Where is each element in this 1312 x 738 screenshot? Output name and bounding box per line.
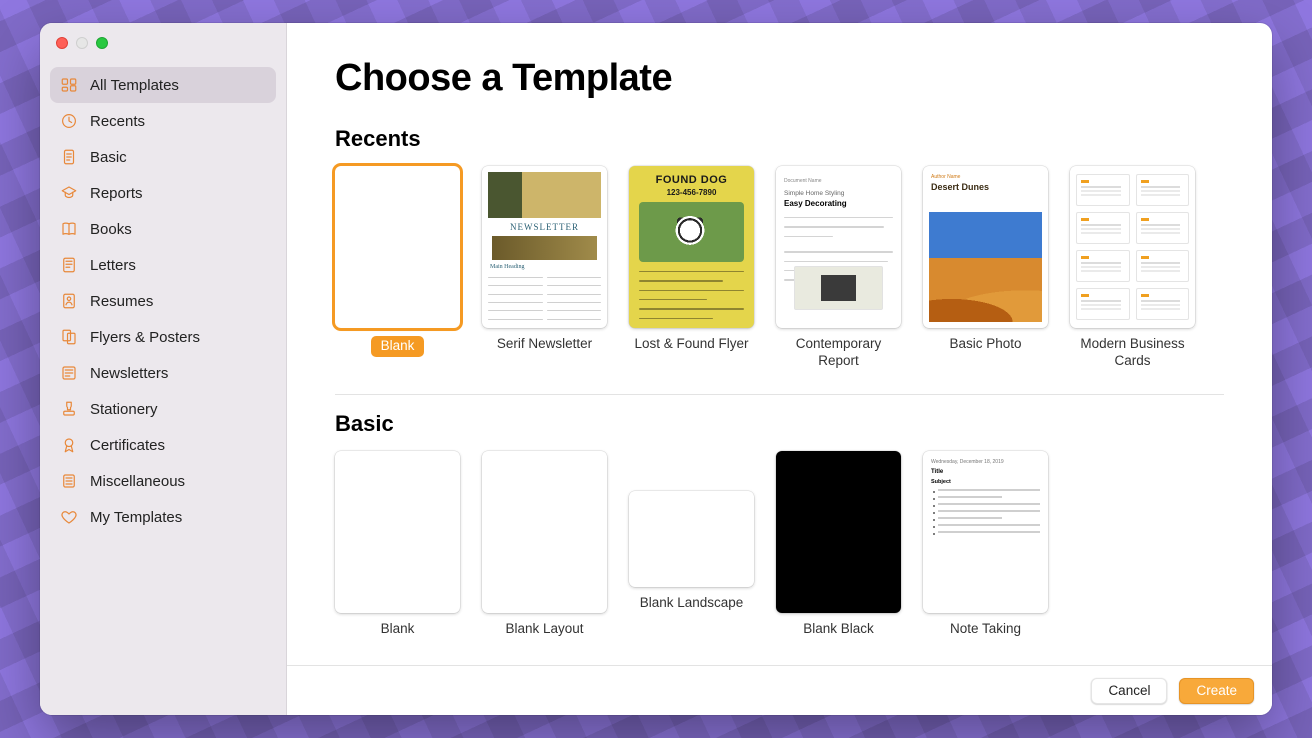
- template-label: Blank: [371, 336, 425, 357]
- sidebar-item-label: Recents: [90, 113, 145, 130]
- template-label: Basic Photo: [949, 336, 1021, 353]
- sidebar-item-certificates[interactable]: Certificates: [50, 427, 276, 463]
- sidebar-item-books[interactable]: Books: [50, 211, 276, 247]
- template-modern-business-cards[interactable]: Modern Business Cards: [1070, 166, 1195, 370]
- template-contemporary-report[interactable]: Document NameSimple Home StylingEasy Dec…: [776, 166, 901, 370]
- template-grid-basic: Blank Blank Layout Blank Landscape Blank Bl…: [335, 451, 1224, 656]
- sidebar-nav: All Templates Recents Basic Reports Books Let…: [50, 67, 276, 535]
- sidebar-item-label: All Templates: [90, 77, 179, 94]
- stamp-icon: [60, 400, 78, 418]
- page-title: Choose a Template: [335, 57, 1224, 100]
- template-label: Blank Black: [803, 621, 874, 638]
- template-blank[interactable]: Blank: [335, 451, 460, 638]
- template-blank-black[interactable]: Blank Black: [776, 451, 901, 638]
- sidebar-item-label: Miscellaneous: [90, 473, 185, 490]
- template-thumb: [482, 451, 607, 613]
- minimize-window-button[interactable]: [76, 37, 88, 49]
- misc-icon: [60, 472, 78, 490]
- section-title-recents: Recents: [335, 126, 1224, 152]
- sidebar-item-recents[interactable]: Recents: [50, 103, 276, 139]
- template-thumb: [1070, 166, 1195, 328]
- template-label: Serif Newsletter: [497, 336, 592, 353]
- template-thumb: FOUND DOG123-456-7890: [629, 166, 754, 328]
- content-scroll[interactable]: Choose a Template Recents Blank NEWSLETTE…: [287, 23, 1272, 665]
- template-label: Blank Landscape: [640, 595, 744, 612]
- grid-icon: [60, 76, 78, 94]
- sidebar-item-label: Reports: [90, 185, 143, 202]
- template-label: Blank: [381, 621, 415, 638]
- sidebar-item-label: Books: [90, 221, 132, 238]
- sidebar-item-label: Newsletters: [90, 365, 168, 382]
- template-thumb: [335, 166, 460, 328]
- sidebar-item-label: Certificates: [90, 437, 165, 454]
- person-icon: [60, 292, 78, 310]
- sidebar-item-stationery[interactable]: Stationery: [50, 391, 276, 427]
- sidebar-item-label: My Templates: [90, 509, 182, 526]
- main-pane: Choose a Template Recents Blank NEWSLETTE…: [287, 23, 1272, 715]
- flyer-icon: [60, 328, 78, 346]
- news-icon: [60, 364, 78, 382]
- template-basic-photo[interactable]: Author NameDesert Dunes Basic Photo: [923, 166, 1048, 370]
- sidebar-item-label: Basic: [90, 149, 127, 166]
- template-label: Modern Business Cards: [1070, 336, 1195, 370]
- template-serif-newsletter[interactable]: NEWSLETTERMain Heading Serif Newsletter: [482, 166, 607, 370]
- book-icon: [60, 220, 78, 238]
- sidebar-item-resumes[interactable]: Resumes: [50, 283, 276, 319]
- template-lost-found-flyer[interactable]: FOUND DOG123-456-7890 Lost & Found Flyer: [629, 166, 754, 370]
- template-label: Note Taking: [950, 621, 1021, 638]
- sidebar-item-reports[interactable]: Reports: [50, 175, 276, 211]
- section-divider: [335, 394, 1224, 395]
- ribbon-icon: [60, 436, 78, 454]
- template-blank-layout[interactable]: Blank Layout: [482, 451, 607, 638]
- close-window-button[interactable]: [56, 37, 68, 49]
- section-title-basic: Basic: [335, 411, 1224, 437]
- template-thumb: [335, 451, 460, 613]
- sidebar-item-basic[interactable]: Basic: [50, 139, 276, 175]
- template-thumb: Author NameDesert Dunes: [923, 166, 1048, 328]
- heart-icon: [60, 508, 78, 526]
- template-label: Lost & Found Flyer: [634, 336, 748, 353]
- sidebar-item-label: Stationery: [90, 401, 158, 418]
- sidebar-item-my-templates[interactable]: My Templates: [50, 499, 276, 535]
- template-chooser-window: All Templates Recents Basic Reports Books Let…: [40, 23, 1272, 715]
- sidebar-item-label: Letters: [90, 257, 136, 274]
- letter-icon: [60, 256, 78, 274]
- clock-icon: [60, 112, 78, 130]
- template-label: Blank Layout: [505, 621, 583, 638]
- grad-icon: [60, 184, 78, 202]
- template-blank[interactable]: Blank: [335, 166, 460, 370]
- sidebar-item-flyers-posters[interactable]: Flyers & Posters: [50, 319, 276, 355]
- create-button[interactable]: Create: [1179, 678, 1254, 704]
- sidebar-item-letters[interactable]: Letters: [50, 247, 276, 283]
- zoom-window-button[interactable]: [96, 37, 108, 49]
- sidebar-item-all-templates[interactable]: All Templates: [50, 67, 276, 103]
- template-label: Contemporary Report: [776, 336, 901, 370]
- doc-icon: [60, 148, 78, 166]
- template-thumb: [776, 451, 901, 613]
- template-blank-landscape[interactable]: Blank Landscape: [629, 451, 754, 638]
- window-controls: [50, 33, 276, 67]
- sidebar-item-newsletters[interactable]: Newsletters: [50, 355, 276, 391]
- template-note-taking[interactable]: Wednesday, December 18, 2019TitleSubject…: [923, 451, 1048, 638]
- template-thumb: Document NameSimple Home StylingEasy Dec…: [776, 166, 901, 328]
- sidebar-item-miscellaneous[interactable]: Miscellaneous: [50, 463, 276, 499]
- cancel-button[interactable]: Cancel: [1091, 678, 1167, 704]
- template-thumb: [629, 491, 754, 587]
- sidebar-item-label: Flyers & Posters: [90, 329, 200, 346]
- template-thumb: NEWSLETTERMain Heading: [482, 166, 607, 328]
- sidebar: All Templates Recents Basic Reports Books Let…: [40, 23, 287, 715]
- sidebar-item-label: Resumes: [90, 293, 153, 310]
- template-thumb: Wednesday, December 18, 2019TitleSubject: [923, 451, 1048, 613]
- template-grid-recents: Blank NEWSLETTERMain Heading Serif Newslet…: [335, 166, 1224, 388]
- footer-bar: Cancel Create: [287, 665, 1272, 715]
